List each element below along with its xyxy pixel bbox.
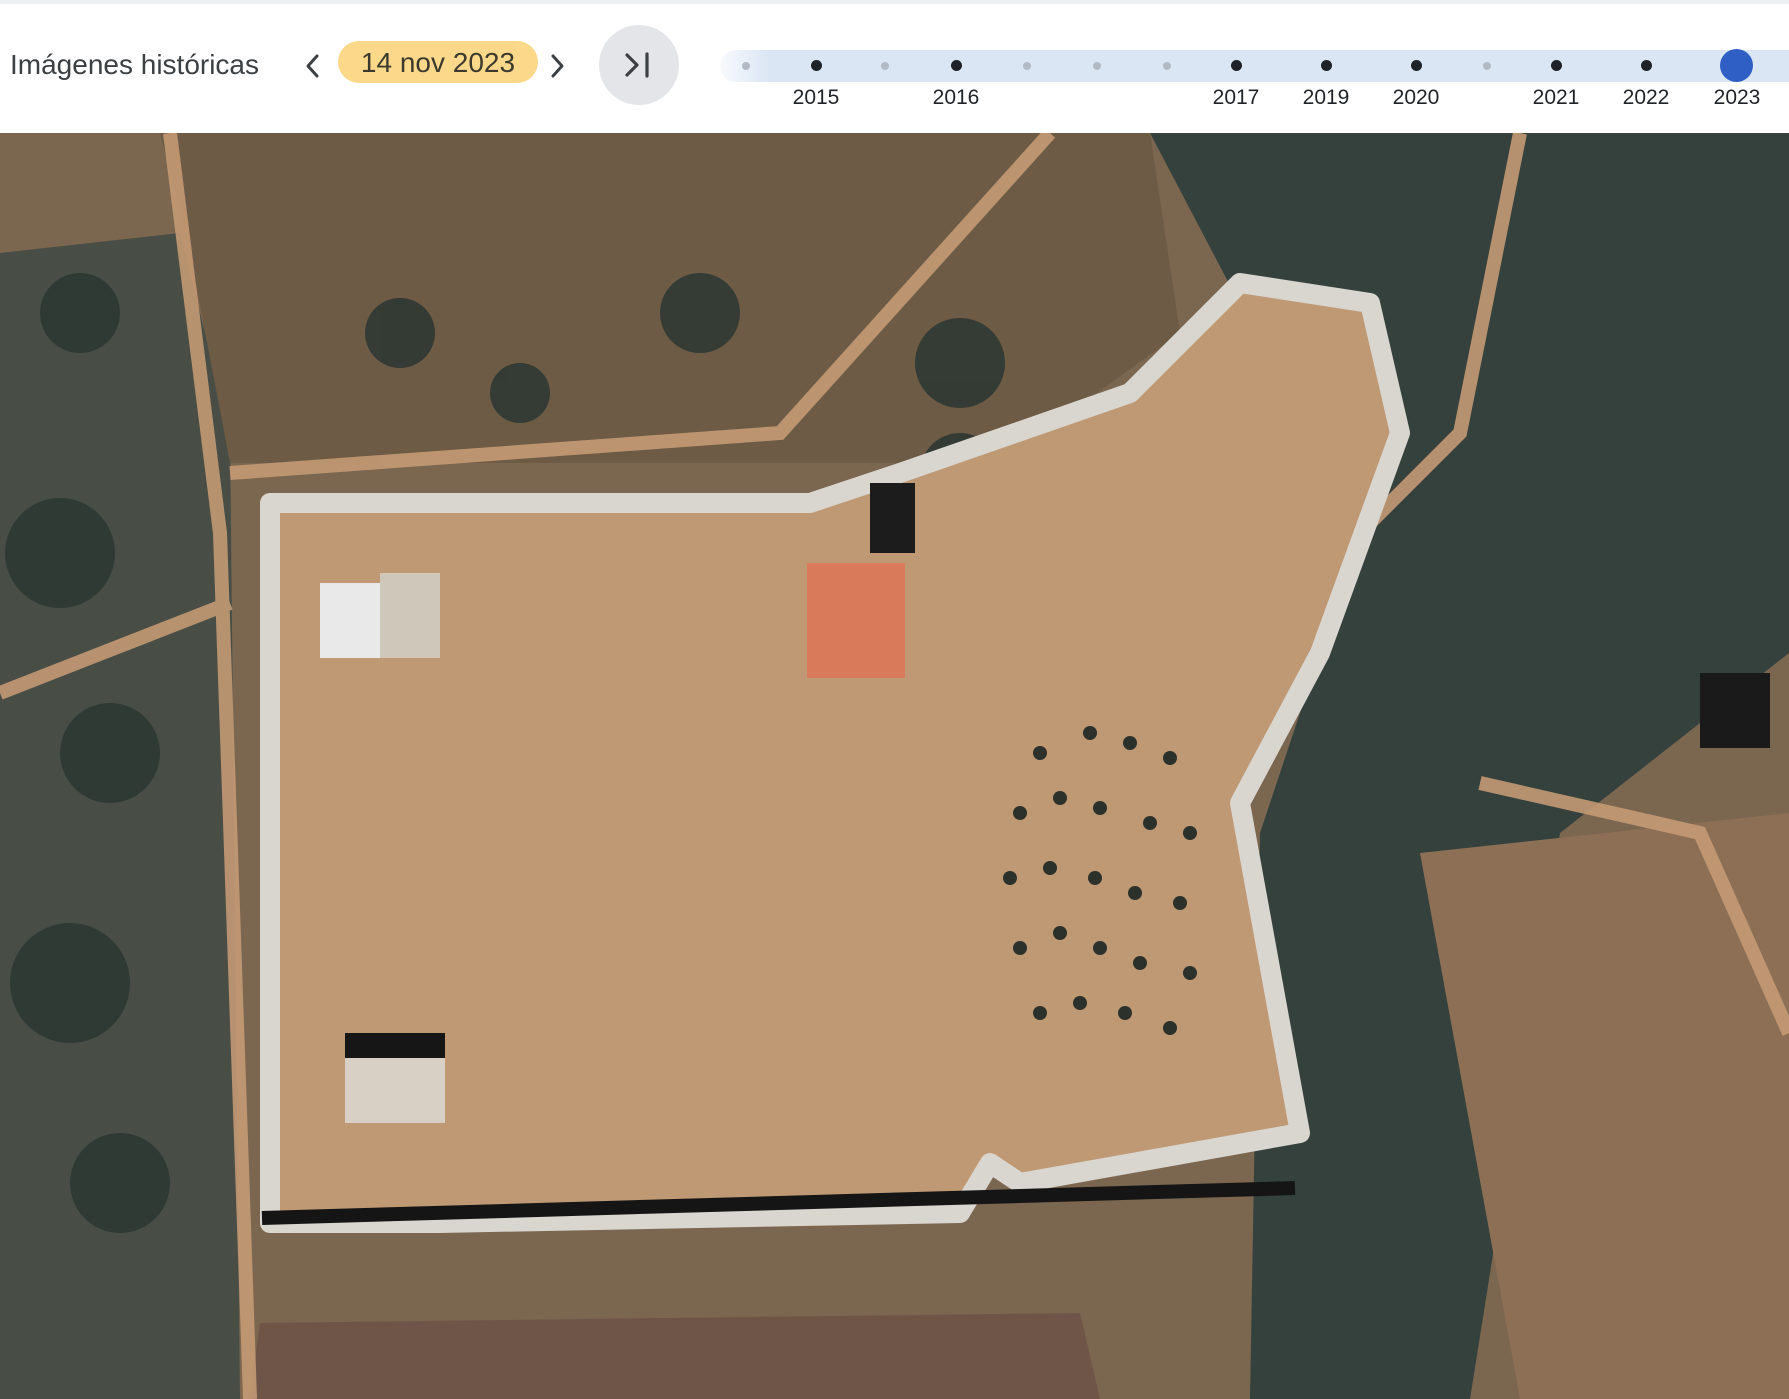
- timeline-capture-dot[interactable]: [1023, 62, 1031, 70]
- previous-date-button[interactable]: [293, 44, 333, 88]
- year-label[interactable]: 2015: [793, 86, 840, 110]
- timeline-year-dot[interactable]: [1321, 60, 1332, 71]
- shed: [380, 573, 440, 658]
- house-shadow: [870, 483, 915, 553]
- skip-to-latest-icon: [625, 52, 649, 78]
- garage: [345, 1048, 445, 1123]
- year-label[interactable]: 2017: [1213, 86, 1260, 110]
- garage-shadow: [345, 1033, 445, 1058]
- chevron-left-icon: [306, 54, 319, 78]
- timeline-selected-dot[interactable]: [1720, 49, 1753, 82]
- year-label[interactable]: 2016: [933, 86, 980, 110]
- year-label[interactable]: 2021: [1533, 86, 1580, 110]
- year-label[interactable]: 2020: [1393, 86, 1440, 110]
- satellite-map[interactable]: [0, 133, 1789, 1399]
- next-date-button[interactable]: [537, 44, 577, 88]
- timeline-year-dot[interactable]: [1411, 60, 1422, 71]
- satellite-imagery: [0, 133, 1789, 1399]
- timeline-capture-dot[interactable]: [1093, 62, 1101, 70]
- latest-imagery-button[interactable]: [599, 25, 679, 105]
- timeline-year-dot[interactable]: [1551, 60, 1562, 71]
- year-label[interactable]: 2019: [1303, 86, 1350, 110]
- timeline-capture-dot[interactable]: [742, 62, 750, 70]
- field-bottom: [250, 1313, 1100, 1399]
- imagery-toolbar: Imágenes históricas 14 nov 2023 2015 201…: [0, 0, 1789, 133]
- timeline-year-dot[interactable]: [1231, 60, 1242, 71]
- timeline-year-dot[interactable]: [811, 60, 822, 71]
- timeline-year-dot[interactable]: [951, 60, 962, 71]
- selected-date-badge[interactable]: 14 nov 2023: [338, 41, 538, 83]
- timeline-year-dot[interactable]: [1641, 60, 1652, 71]
- timeline-capture-dot[interactable]: [1163, 62, 1171, 70]
- chevron-right-icon: [551, 54, 564, 78]
- solar-building: [320, 583, 380, 658]
- house-roof: [807, 563, 905, 678]
- historical-imagery-title: Imágenes históricas: [10, 49, 260, 80]
- timeline-capture-dot[interactable]: [1483, 62, 1491, 70]
- neighbour-house: [1700, 673, 1770, 748]
- timeline-capture-dot[interactable]: [881, 62, 889, 70]
- year-label[interactable]: 2022: [1623, 86, 1670, 110]
- year-label-selected[interactable]: 2023: [1714, 86, 1761, 110]
- timeline-fade: [708, 50, 768, 82]
